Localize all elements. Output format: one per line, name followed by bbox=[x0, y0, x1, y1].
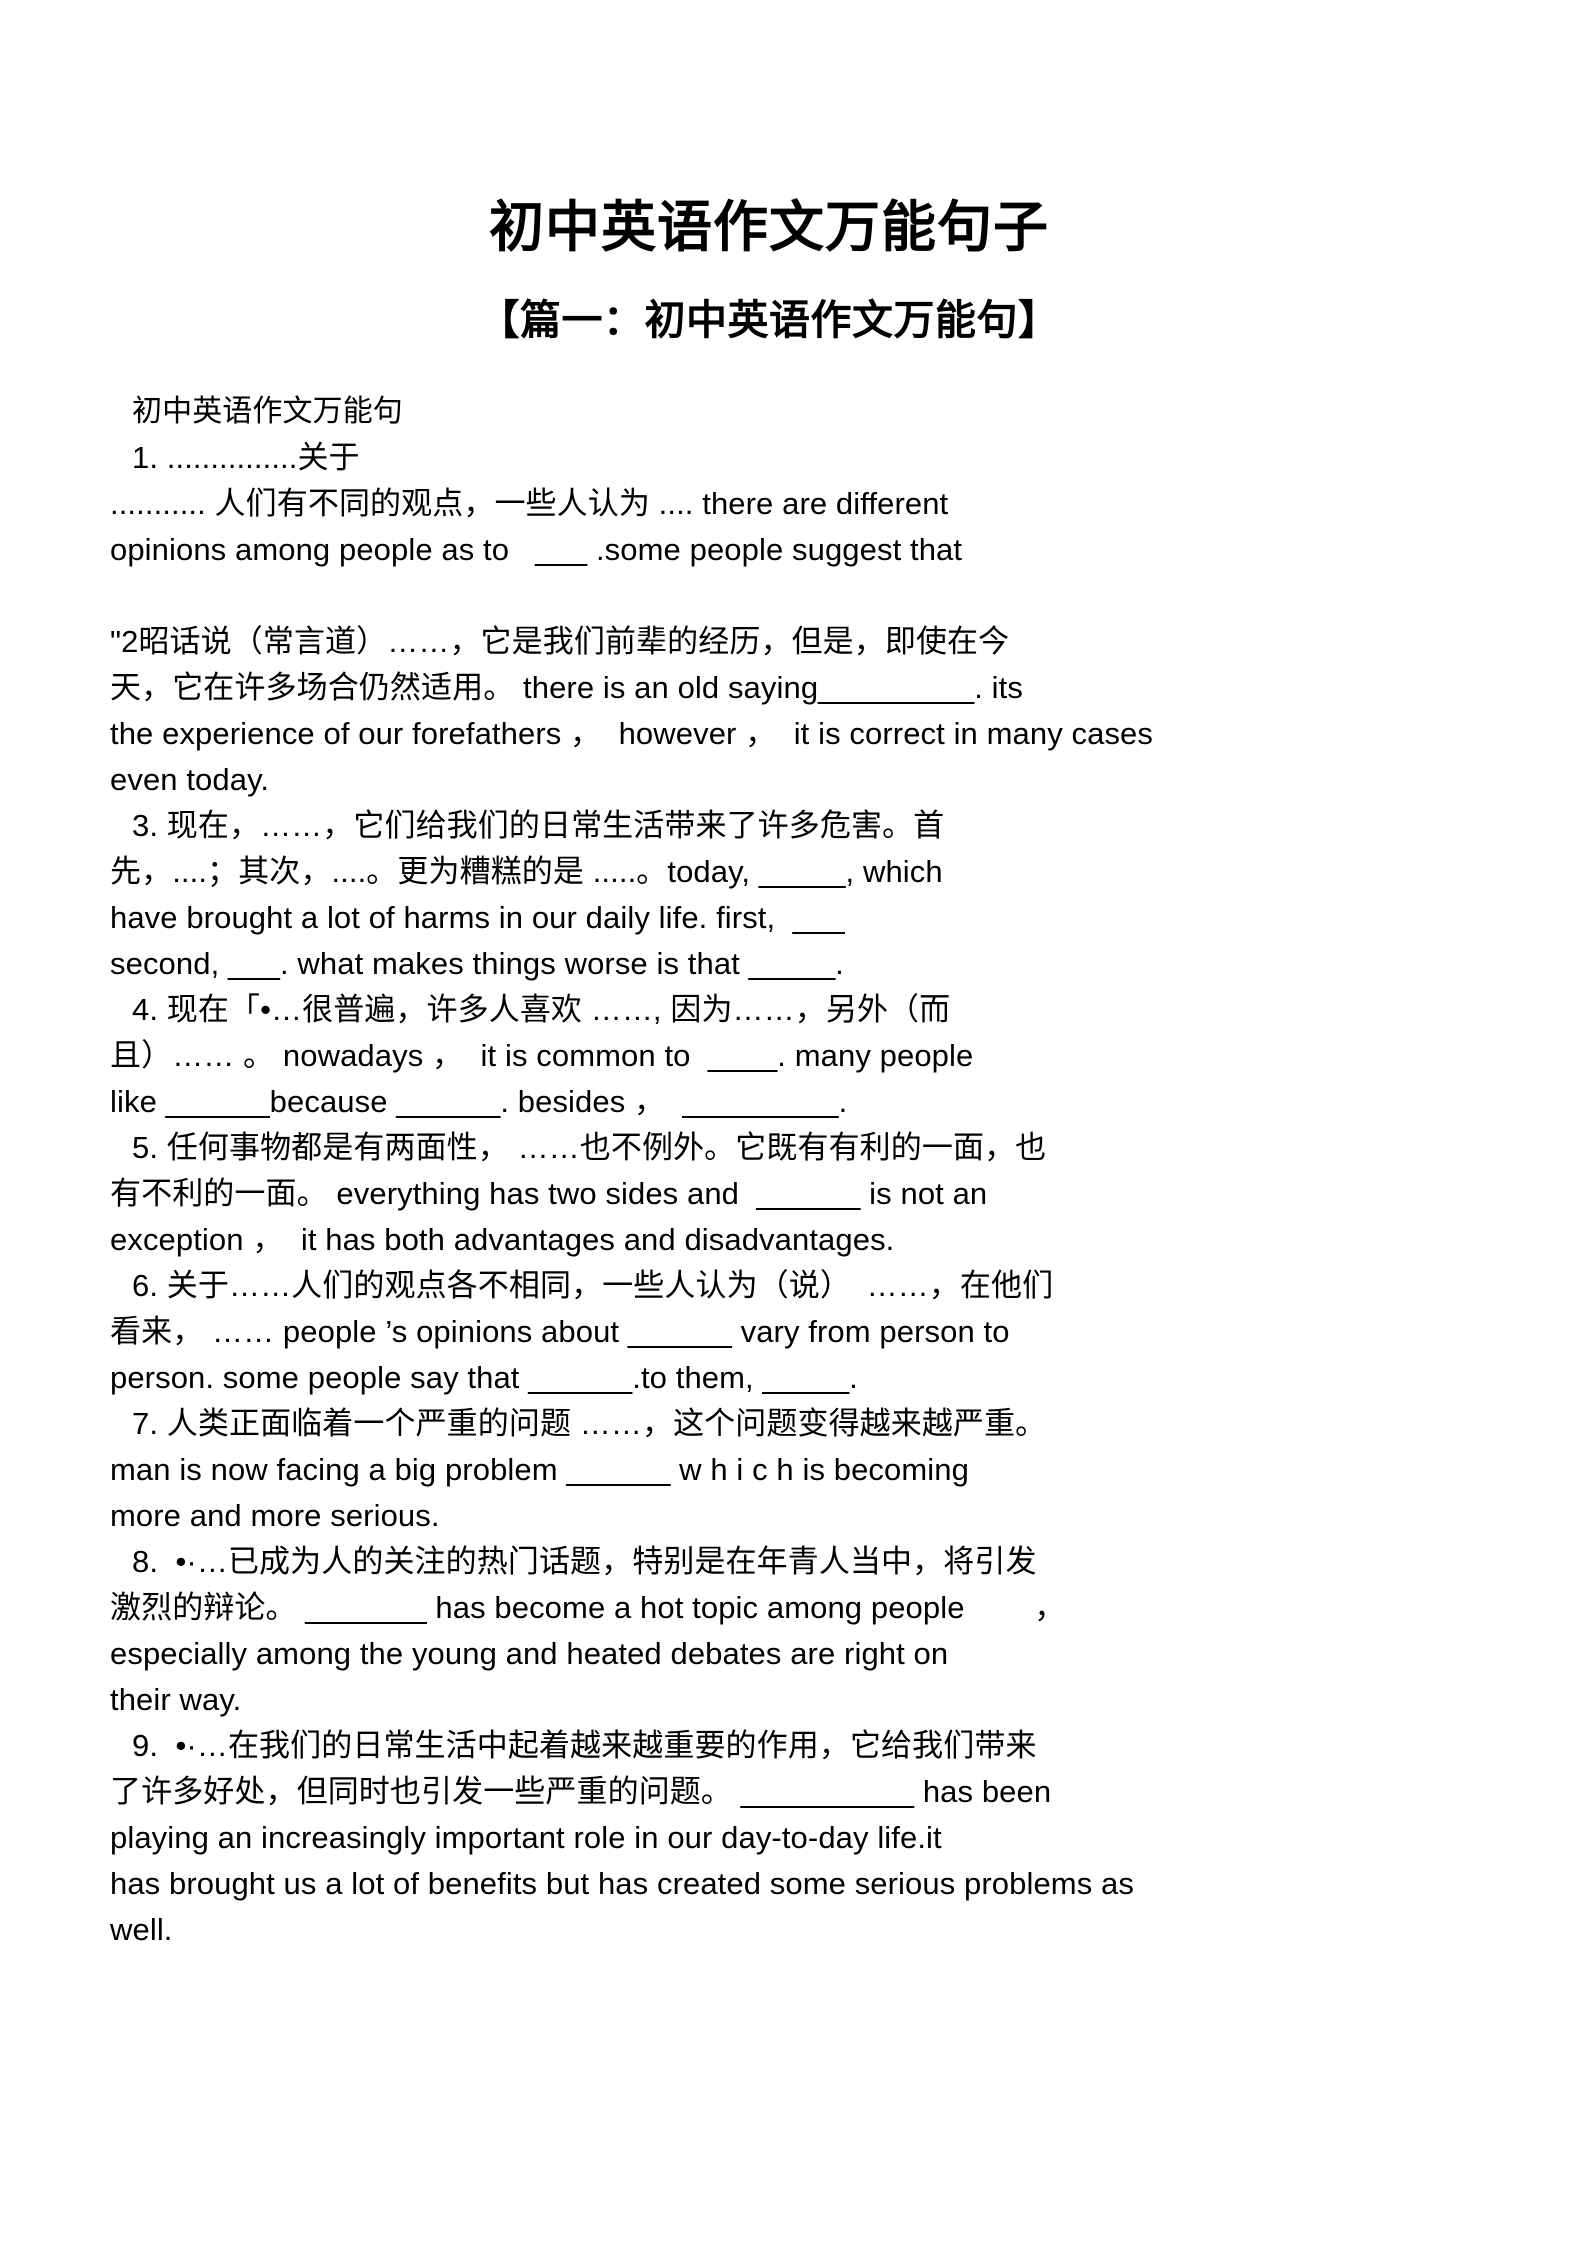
item-line: 且）…… 。 nowadays ， it is common to ____. … bbox=[110, 1038, 974, 1074]
list-item: 6. 关于……人们的观点各不相同，一些人认为（说） ……，在他们 看来， …… … bbox=[110, 1263, 1410, 1401]
item-line: 1. ...............关于 bbox=[132, 440, 360, 476]
item-line: 了许多好处，但同时也引发一些严重的问题。 __________ has been bbox=[110, 1774, 1052, 1810]
item-line: 先，....；其次，....。更为糟糕的是 .....。today, _____… bbox=[110, 854, 943, 890]
item-line: 激烈的辩论。 _______ has become a hot topic am… bbox=[110, 1590, 1066, 1626]
item-line: 5. 任何事物都是有两面性， ……也不例外。它既有有利的一面，也 bbox=[132, 1130, 1047, 1166]
section-heading: 初中英语作文万能句 bbox=[132, 394, 403, 430]
document-body: 初中英语作文万能句 1. ...............关于 .........… bbox=[110, 389, 1410, 1953]
document-page: 初中英语作文万能句子 【篇一：初中英语作文万能句】 初中英语作文万能句 1. .… bbox=[0, 0, 1594, 2256]
item-line: like ______because ______. besides ， ___… bbox=[110, 1084, 848, 1120]
list-item: 5. 任何事物都是有两面性， ……也不例外。它既有有利的一面，也 有不利的一面。… bbox=[110, 1125, 1410, 1263]
item-line: 4. 现在「•…很普遍，许多人喜欢 ……, 因为……，另外（而 bbox=[132, 992, 951, 1028]
list-item: 7. 人类正面临着一个严重的问题 ……，这个问题变得越来越严重。 man is … bbox=[110, 1401, 1410, 1539]
page-title: 初中英语作文万能句子 bbox=[488, 195, 1049, 259]
item-line: have brought a lot of harms in our daily… bbox=[110, 900, 845, 936]
item-line: has brought us a lot of benefits but has… bbox=[110, 1866, 1134, 1902]
item-line: especially among the young and heated de… bbox=[110, 1636, 949, 1672]
list-item: 3. 现在，……，它们给我们的日常生活带来了许多危害。首 先，....；其次，.… bbox=[110, 803, 1410, 987]
item-line: opinions among people as to ___ .some pe… bbox=[110, 532, 963, 568]
item-line: 天，它在许多场合仍然适用。 there is an old saying____… bbox=[110, 670, 1023, 706]
item-line: second, ___. what makes things worse is … bbox=[110, 946, 845, 982]
list-item: 1. ...............关于 ........... 人们有不同的观… bbox=[110, 435, 1410, 573]
list-item: 9. •·…在我们的日常生活中起着越来越重要的作用，它给我们带来 了许多好处，但… bbox=[110, 1723, 1410, 1953]
item-line: "2昭话说（常言道）……，它是我们前辈的经历，但是，即使在今 bbox=[110, 624, 1010, 660]
item-line: 9. •·…在我们的日常生活中起着越来越重要的作用，它给我们带来 bbox=[132, 1728, 1037, 1764]
item-line: man is now facing a big problem ______ w… bbox=[110, 1452, 969, 1488]
list-item: 8. •·…已成为人的关注的热门话题，特别是在年青人当中，将引发 激烈的辩论。 … bbox=[110, 1539, 1410, 1723]
item-line: playing an increasingly important role i… bbox=[110, 1820, 942, 1856]
item-line: even today. bbox=[110, 762, 270, 798]
item-line: 3. 现在，……，它们给我们的日常生活带来了许多危害。首 bbox=[132, 808, 945, 844]
list-item: "2昭话说（常言道）……，它是我们前辈的经历，但是，即使在今 天，它在许多场合仍… bbox=[110, 619, 1410, 803]
item-line: 6. 关于……人们的观点各不相同，一些人认为（说） ……，在他们 bbox=[132, 1268, 1054, 1304]
document-subtitle: 【篇一：初中英语作文万能句】 bbox=[478, 296, 1060, 345]
page-content: 初中英语作文万能句子 【篇一：初中英语作文万能句】 初中英语作文万能句 1. .… bbox=[110, 0, 1410, 1953]
item-line: 7. 人类正面临着一个严重的问题 ……，这个问题变得越来越严重。 bbox=[132, 1406, 1047, 1442]
item-line: 有不利的一面。 everything has two sides and ___… bbox=[110, 1176, 988, 1212]
item-line: ........... 人们有不同的观点，一些人认为 .... there ar… bbox=[110, 486, 949, 522]
item-line: person. some people say that ______.to t… bbox=[110, 1360, 858, 1396]
item-line: 8. •·…已成为人的关注的热门话题，特别是在年青人当中，将引发 bbox=[132, 1544, 1037, 1580]
item-line: well. bbox=[110, 1912, 173, 1948]
item-line: 看来， …… people ’s opinions about ______ v… bbox=[110, 1314, 1010, 1350]
item-line: exception ， it has both advantages and d… bbox=[110, 1222, 895, 1258]
item-line: more and more serious. bbox=[110, 1498, 440, 1534]
item-line: the experience of our forefathers ， howe… bbox=[110, 716, 1154, 752]
list-item: 4. 现在「•…很普遍，许多人喜欢 ……, 因为……，另外（而 且）…… 。 n… bbox=[110, 987, 1410, 1125]
item-line: their way. bbox=[110, 1682, 242, 1718]
